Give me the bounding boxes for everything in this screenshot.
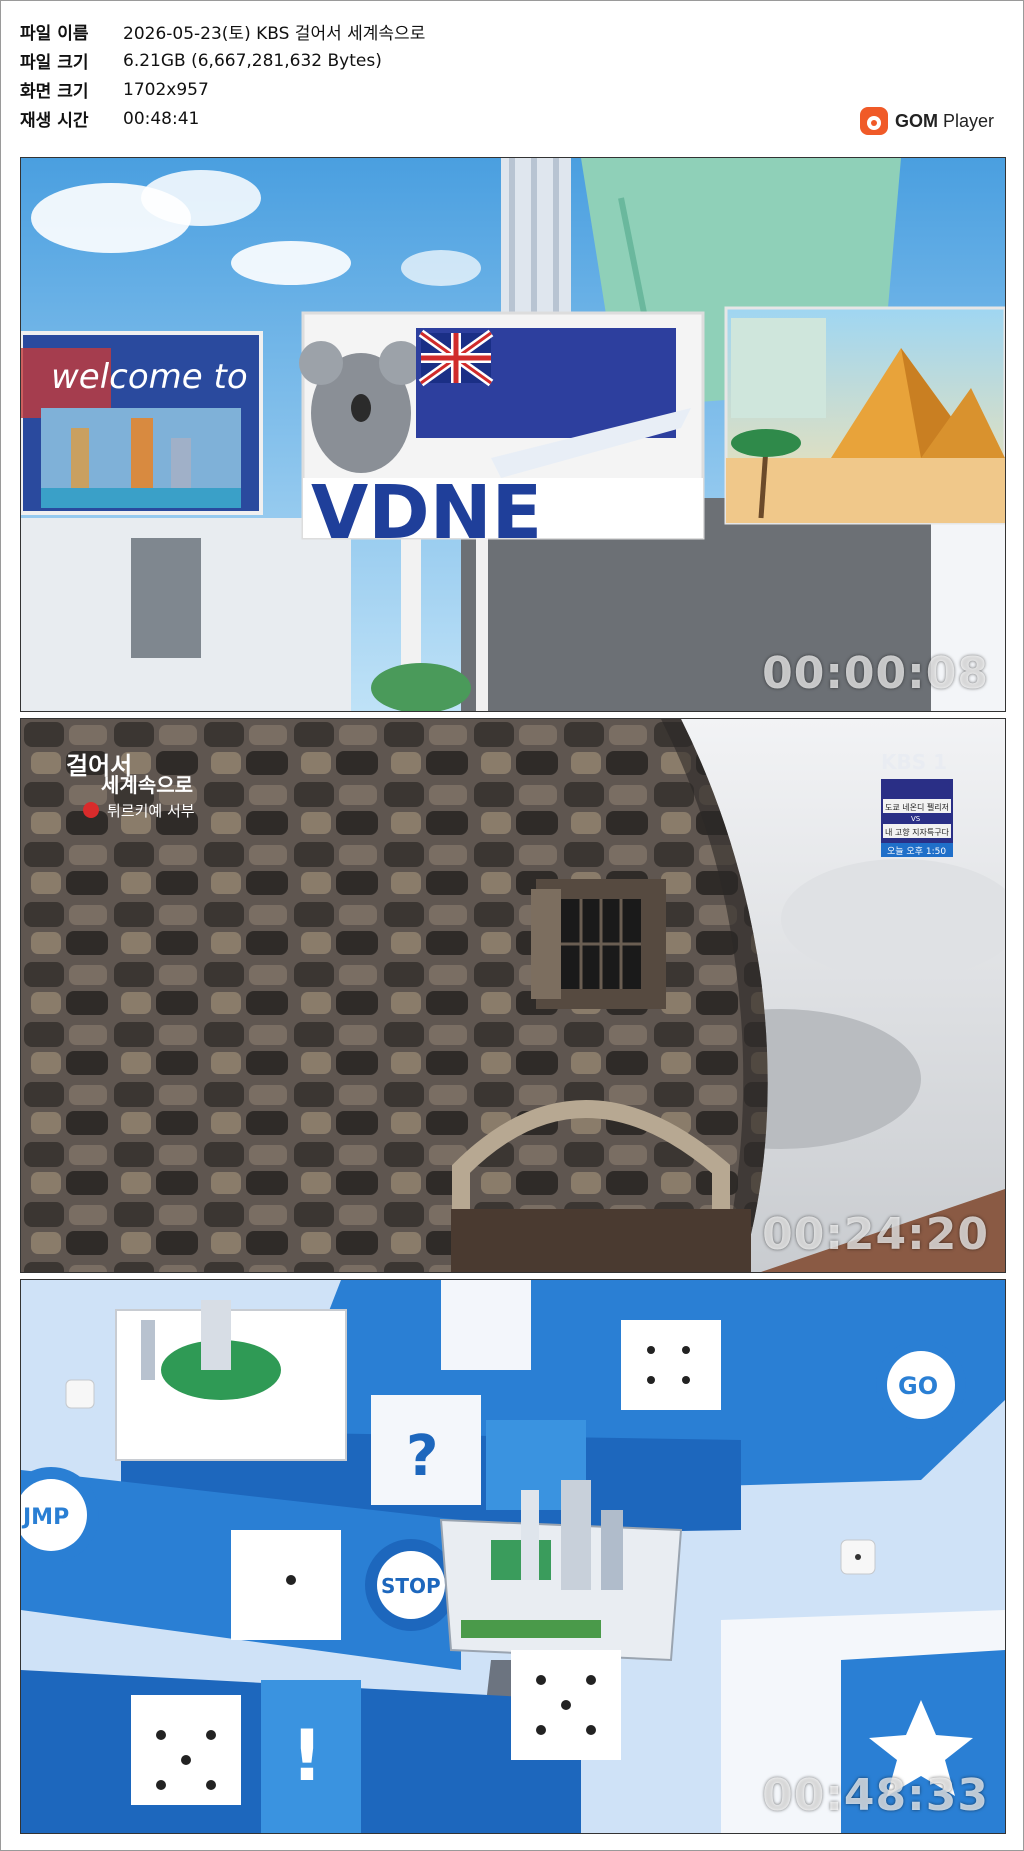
thumbnail-1-image: welcome to VDNE <box>21 158 1005 711</box>
svg-text:오늘 오후 1:50: 오늘 오후 1:50 <box>887 846 946 857</box>
svg-text:KBS 1: KBS 1 <box>881 750 947 774</box>
svg-text:GO: GO <box>898 1372 938 1400</box>
info-label: 파일 크기 <box>20 53 89 73</box>
svg-text:?: ? <box>406 1424 438 1489</box>
thumbnail-2-image: 걸어서 세계속으로 튀르키예 서부 KBS 1 도쿄 네온디 펠리저 VS 내 … <box>21 719 1005 1272</box>
svg-text:VDNE: VDNE <box>311 470 542 556</box>
info-value: 00:48:41 <box>123 108 200 129</box>
svg-text:튀르키예 서부: 튀르키예 서부 <box>107 802 195 820</box>
svg-text:세계속으로: 세계속으로 <box>101 773 193 797</box>
info-value: 2026-05-23(토) KBS 걸어서 세계속으로 <box>123 24 426 44</box>
info-row-filename: 파일 이름 2026-05-23(토) KBS 걸어서 세계속으로 <box>20 17 425 46</box>
info-row-resolution: 화면 크기 1702x957 <box>20 75 425 104</box>
info-row-filesize: 파일 크기 6.21GB (6,667,281,632 Bytes) <box>20 46 425 75</box>
thumbnail-1: welcome to VDNE 00:00:08 <box>20 157 1006 712</box>
svg-text:VS: VS <box>911 815 921 823</box>
timestamp: 00:00:08 <box>762 648 989 699</box>
info-label: 재생 시간 <box>20 111 89 131</box>
timestamp: 00:48:33 <box>762 1770 989 1821</box>
info-label: 화면 크기 <box>20 82 89 102</box>
gom-logo-icon <box>860 107 888 135</box>
thumbnail-2: 걸어서 세계속으로 튀르키예 서부 KBS 1 도쿄 네온디 펠리저 VS 내 … <box>20 718 1006 1273</box>
logo-text: GOM Player <box>895 110 995 131</box>
svg-text:JMP: JMP <box>21 1505 69 1530</box>
thumbnail-3: GO ? JMP STOP ! 00:48:33 <box>20 1279 1006 1834</box>
svg-text:welcome to: welcome to <box>51 357 248 397</box>
svg-text:도쿄 네온디 펠리저: 도쿄 네온디 펠리저 <box>885 802 949 812</box>
gom-player-logo: GOM Player <box>860 107 994 135</box>
info-value: 6.21GB (6,667,281,632 Bytes) <box>123 50 382 71</box>
info-value: 1702x957 <box>123 79 209 100</box>
info-row-duration: 재생 시간 00:48:41 <box>20 104 425 133</box>
info-label: 파일 이름 <box>20 24 89 44</box>
thumbnail-3-image: GO ? JMP STOP ! <box>21 1280 1005 1833</box>
svg-text:!: ! <box>291 1715 323 1797</box>
file-info: 파일 이름 2026-05-23(토) KBS 걸어서 세계속으로 파일 크기 … <box>20 17 425 133</box>
timestamp: 00:24:20 <box>762 1209 989 1260</box>
svg-text:내 고향 지자특구다: 내 고향 지자특구다 <box>885 828 950 837</box>
svg-text:STOP: STOP <box>381 1574 441 1598</box>
